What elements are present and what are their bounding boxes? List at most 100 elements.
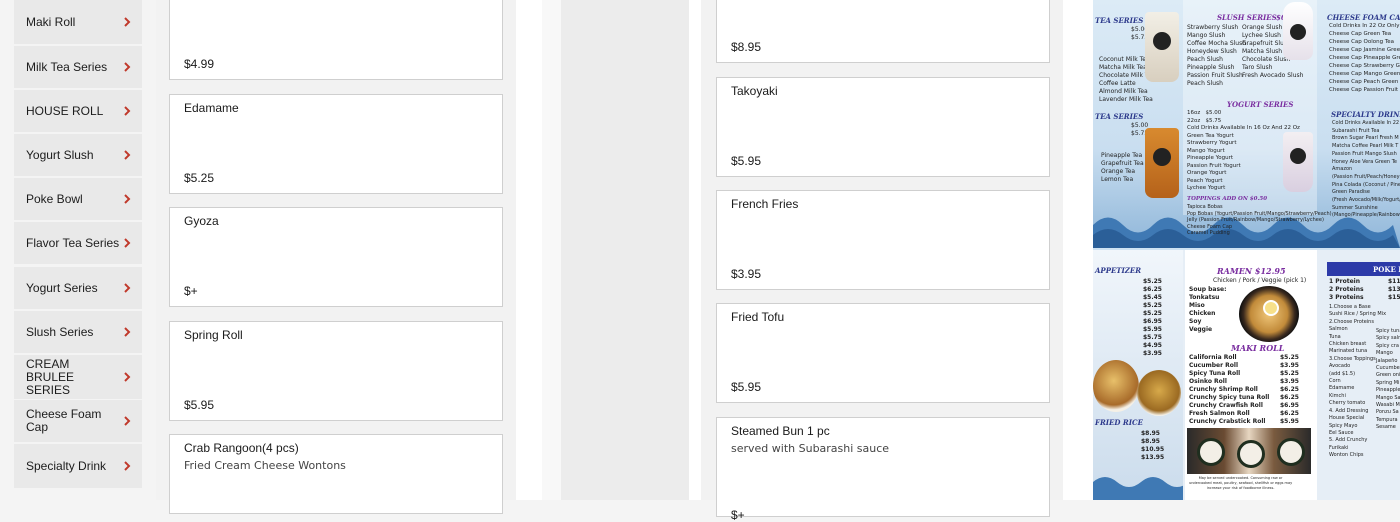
menu-item-card[interactable]: Spring Roll $5.95 — [169, 321, 503, 421]
chevron-right-icon — [120, 370, 134, 384]
item-price: $5.95 — [184, 398, 215, 412]
slush-items-left: Strawberry Slush Mango Slush Coffee Moch… — [1187, 24, 1247, 87]
menu-items-column-right: $8.95 Takoyaki $5.95 French Fries $3.95 … — [701, 0, 1063, 522]
sidebar-item-label: Maki Roll — [26, 14, 76, 29]
column-divider — [689, 0, 701, 500]
chevron-right-icon — [120, 104, 134, 118]
fried-rice-title: FRIED RICE — [1095, 418, 1143, 427]
column-divider — [1063, 0, 1093, 500]
chevron-right-icon — [120, 281, 134, 295]
chevron-right-icon — [120, 148, 134, 162]
maki-title: MAKI ROLL — [1231, 343, 1285, 353]
appetizer-photo — [1093, 360, 1139, 412]
item-name: Fried Tofu — [731, 310, 785, 324]
column-divider — [542, 0, 561, 500]
sidebar-item-label: HOUSE ROLL — [26, 103, 104, 118]
chevron-right-icon — [120, 60, 134, 74]
cheese-foam-title: CHEESE FOAM CAP — [1327, 13, 1400, 22]
maki-items: California Roll Cucumber Roll Spicy Tuna… — [1189, 354, 1270, 425]
appetizer-prices: $5.25 $6.25 $5.45 $5.25 $5.25 $6.95 $5.9… — [1143, 278, 1162, 357]
yogurt-cup-image — [1283, 132, 1313, 192]
item-price: $+ — [731, 508, 745, 522]
chevron-right-icon — [121, 414, 134, 428]
slush-title: SLUSH SERIES — [1217, 13, 1277, 22]
sidebar-item-poke-bowl[interactable]: Poke Bowl — [14, 178, 142, 220]
sidebar-item-label: Specialty Drink — [26, 458, 107, 473]
sidebar-item-label: Milk Tea Series — [26, 59, 108, 74]
sidebar-item-label: Cheese Foam Cap — [26, 407, 102, 434]
toppings-items: Tapioca Bobas Pop Bobas (Yogurt/Passion … — [1187, 204, 1332, 236]
chevron-right-icon — [120, 459, 134, 473]
sidebar-item-milk-tea-series[interactable]: Milk Tea Series — [14, 46, 142, 88]
sidebar-item-house-roll[interactable]: HOUSE ROLL — [14, 90, 142, 132]
drinks-menu-panel: TEA SERIES $5.00 $5.75 Coconut Milk Tea … — [1093, 0, 1400, 248]
maki-disclaimer: May be served undercooked. Consuming raw… — [1189, 476, 1293, 490]
appetizer-title: APPETIZER — [1095, 266, 1142, 275]
item-price: $8.95 — [731, 40, 762, 54]
sidebar-item-label: Flavor Tea Series — [26, 235, 120, 250]
fried-rice-prices: $8.95 $8.95 $10.95 $13.95 — [1141, 430, 1165, 461]
item-price: $4.99 — [184, 57, 215, 71]
item-description: Fried Cream Cheese Wontons — [184, 459, 346, 472]
menu-item-card[interactable]: Steamed Bun 1 pc served with Subarashi s… — [716, 417, 1050, 522]
sidebar-item-yogurt-slush[interactable]: Yogurt Slush — [14, 134, 142, 176]
empty-category-panel — [561, 0, 689, 500]
maki-prices: $5.25 $3.95 $5.25 $3.95 $6.25 $6.25 $6.9… — [1280, 354, 1299, 425]
item-name: French Fries — [731, 197, 799, 211]
poke-protein-counts: 1 Protein 2 Proteins 3 Proteins — [1329, 278, 1364, 301]
slush-cup-image — [1283, 2, 1313, 60]
menu-item-card[interactable]: Crab Rangoon(4 pcs) Fried Cream Cheese W… — [169, 434, 503, 514]
sidebar-item-maki-roll[interactable]: Maki Roll — [14, 0, 142, 44]
maki-roll-photo — [1187, 428, 1311, 474]
menu-item-card[interactable]: Fried Tofu $5.95 — [716, 303, 1050, 403]
sidebar-item-label: Yogurt Series — [26, 280, 98, 295]
poke-options: Spicy tuna Spicy salm Spicy cra Mango Ja… — [1376, 328, 1400, 431]
ramen-soup-base: Soup base: Tonkatsu Miso Chicken Soy Veg… — [1189, 286, 1227, 333]
fruit-tea-cup-image — [1145, 128, 1179, 198]
menu-board-image[interactable]: TEA SERIES $5.00 $5.75 Coconut Milk Tea … — [1093, 0, 1400, 500]
sidebar-item-flavor-tea-series[interactable]: Flavor Tea Series — [14, 222, 142, 264]
item-price: $5.25 — [184, 171, 215, 185]
chevron-right-icon — [120, 192, 134, 206]
menu-item-card[interactable]: Takoyaki $5.95 — [716, 77, 1050, 177]
sidebar-item-slush-series[interactable]: Slush Series — [14, 311, 142, 353]
milk-tea-cup-image — [1145, 12, 1179, 82]
menu-items-column-left: $4.99 Edamame $5.25 Gyoza $+ Spring Roll… — [156, 0, 516, 514]
ramen-subtitle: Chicken / Pork / Veggie (pick 1) — [1213, 277, 1307, 284]
chevron-right-icon — [120, 325, 134, 339]
poke-protein-prices: $11 $13 $15 — [1388, 278, 1400, 301]
item-name: Crab Rangoon(4 pcs) — [184, 441, 299, 455]
specialty-title: SPECIALTY DRINKS — [1331, 110, 1400, 119]
menu-item-card[interactable]: $8.95 — [716, 0, 1050, 63]
cheese-foam-items: Cold Drinks In 22 Oz Only Cheese Cap Gre… — [1329, 23, 1400, 93]
item-price: $5.95 — [731, 380, 762, 394]
menu-item-card[interactable]: $4.99 — [169, 0, 503, 80]
item-price: $+ — [184, 284, 198, 298]
item-name: Takoyaki — [731, 84, 778, 98]
sidebar-item-label: CREAM BRULEE SERIES — [26, 356, 75, 397]
food-menu-panel: APPETIZER $5.25 $6.25 $5.45 $5.25 $5.25 … — [1093, 250, 1400, 500]
item-name: Steamed Bun 1 pc — [731, 424, 830, 438]
sidebar-item-yogurt-series[interactable]: Yogurt Series — [14, 267, 142, 309]
sidebar-item-label: Slush Series — [26, 324, 94, 339]
menu-item-card[interactable]: Gyoza $+ — [169, 207, 503, 307]
yogurt-title: YOGURT SERIES — [1227, 100, 1294, 109]
item-name: Spring Roll — [184, 328, 243, 342]
item-description: served with Subarashi sauce — [731, 442, 890, 455]
sidebar-item-cheese-foam-cap[interactable]: Cheese Foam Cap — [14, 400, 142, 442]
ramen-bowl-photo — [1239, 286, 1299, 342]
chevron-right-icon — [120, 15, 134, 29]
item-price: $3.95 — [731, 267, 762, 281]
appetizer-photo — [1137, 370, 1181, 416]
sidebar-item-specialty-drink[interactable]: Specialty Drink — [14, 444, 142, 488]
ramen-title: RAMEN $12.95 — [1217, 266, 1286, 276]
toppings-title: TOPPINGS ADD ON $0.50 — [1187, 196, 1268, 202]
column-divider — [516, 0, 542, 500]
menu-item-card[interactable]: French Fries $3.95 — [716, 190, 1050, 290]
sidebar-item-cream-brulee-series[interactable]: CREAM BRULEE SERIES — [14, 355, 142, 399]
item-name: Gyoza — [184, 214, 219, 228]
item-name: Edamame — [184, 101, 239, 115]
menu-item-card[interactable]: Edamame $5.25 — [169, 94, 503, 194]
poke-title: POKE B — [1373, 265, 1400, 274]
sidebar-item-label: Yogurt Slush — [26, 147, 94, 162]
